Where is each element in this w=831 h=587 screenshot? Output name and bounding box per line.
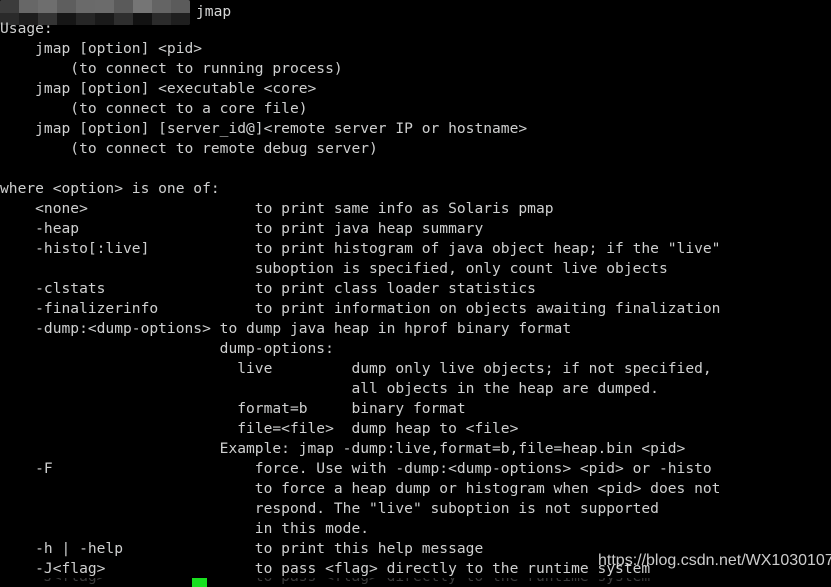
terminal-cursor [192, 578, 207, 587]
bottom-partial-line: -J<flag> to pass <flag> directly to the … [0, 578, 831, 587]
terminal-window[interactable]: jmap Usage: jmap [option] <pid> (to conn… [0, 0, 831, 587]
terminal-output: Usage: jmap [option] <pid> (to connect t… [0, 20, 721, 577]
bottom-partial-text: -J<flag> to pass <flag> directly to the … [0, 578, 650, 587]
